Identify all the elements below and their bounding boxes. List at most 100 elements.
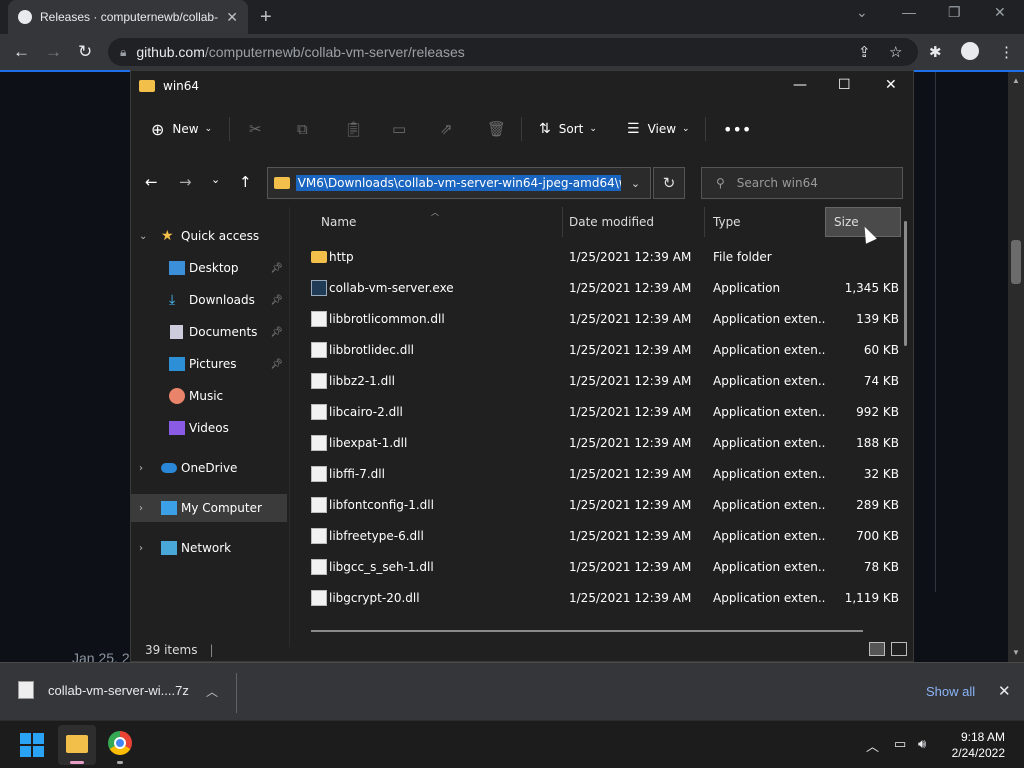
profile-icon[interactable] — [961, 42, 979, 60]
nav-pictures[interactable]: Pictures 📌︎ — [131, 350, 287, 378]
file-type: Application exten... — [713, 590, 825, 605]
column-date-modified[interactable]: Date modified — [561, 207, 705, 237]
taskbar: ︿ ▭ 🔊︎ 9:18 AM 2/24/2022 — [0, 720, 1024, 768]
download-item[interactable]: collab-vm-server-wi....7z — [18, 681, 189, 699]
scroll-up-icon[interactable]: ▲ — [1012, 76, 1020, 85]
menu-icon[interactable]: ⋮ — [999, 43, 1014, 61]
extensions-icon[interactable]: ✱ — [929, 43, 942, 61]
close-icon[interactable]: ✕ — [885, 77, 897, 93]
tiles-view-icon[interactable] — [891, 642, 907, 656]
chevron-up-icon[interactable]: ︿ — [206, 683, 218, 700]
cut-icon[interactable]: ✂ — [249, 120, 262, 138]
nav-quick-access[interactable]: ⌄ ★ Quick access — [131, 222, 287, 250]
share-icon[interactable]: ⇗ — [440, 120, 453, 138]
dll-icon — [311, 465, 327, 482]
dll-icon — [311, 310, 327, 327]
onedrive-icon — [161, 463, 177, 473]
browser-tab[interactable]: Releases · computernewb/collab- ✕ — [8, 0, 248, 34]
horizontal-scrollbar[interactable] — [311, 630, 863, 632]
forward-icon[interactable]: → — [179, 173, 192, 191]
pane-divider — [289, 207, 290, 647]
new-tab-button[interactable]: + — [260, 6, 272, 29]
videos-icon — [169, 421, 185, 435]
nav-my-computer[interactable]: › My Computer — [131, 494, 287, 522]
search-input[interactable]: ⚲ Search win64 — [701, 167, 903, 199]
view-button[interactable]: ☰ View ⌄ — [627, 121, 690, 137]
file-explorer-taskbar-icon[interactable] — [58, 725, 96, 765]
file-date: 1/25/2021 12:39 AM — [569, 590, 692, 605]
new-button[interactable]: ⊕ New ⌄ — [151, 120, 212, 139]
sort-button[interactable]: ⇅ Sort ⌄ — [539, 121, 597, 137]
volume-icon[interactable]: 🔊︎ — [918, 736, 926, 752]
rename-icon[interactable]: ▭ — [392, 120, 406, 138]
more-options-icon[interactable]: ••• — [723, 120, 751, 139]
nav-documents[interactable]: Documents 📌︎ — [131, 318, 287, 346]
network-icon[interactable]: ▭ — [894, 736, 906, 752]
minimize-icon[interactable]: — — [902, 4, 916, 20]
file-row[interactable]: http 1/25/2021 12:39 AM File folder — [291, 241, 913, 272]
separator — [236, 673, 237, 713]
file-row[interactable]: libffi-7.dll 1/25/2021 12:39 AM Applicatio… — [291, 458, 913, 489]
download-icon: ⤓ — [169, 292, 176, 308]
navigation-pane: ⌄ ★ Quick access Desktop 📌︎ ⤓ Downloads … — [131, 211, 289, 641]
nav-videos[interactable]: Videos — [131, 414, 287, 442]
nav-network[interactable]: › Network — [131, 534, 287, 562]
chrome-taskbar-icon[interactable] — [108, 731, 132, 755]
chevron-up-icon[interactable]: ︿ — [866, 736, 879, 755]
paste-icon[interactable]: 📋︎ — [344, 120, 363, 138]
close-icon[interactable]: ✕ — [998, 682, 1011, 700]
maximize-icon[interactable]: ☐ — [838, 77, 851, 93]
file-row[interactable]: libexpat-1.dll 1/25/2021 12:39 AM Applicat… — [291, 427, 913, 458]
page-scrollbar[interactable]: ▲ ▼ — [1008, 72, 1024, 662]
share-icon[interactable]: ⇪ — [858, 43, 871, 61]
close-icon[interactable]: ✕ — [994, 4, 1006, 21]
time: 9:18 AM — [960, 730, 1005, 744]
up-icon[interactable]: ↑ — [239, 173, 252, 191]
clock[interactable]: 9:18 AM 2/24/2022 — [940, 729, 1005, 761]
details-view-icon[interactable] — [869, 642, 885, 656]
recent-locations-icon[interactable]: ⌄ — [211, 173, 220, 186]
back-icon[interactable]: ← — [13, 42, 30, 62]
minimize-icon[interactable]: — — [793, 77, 807, 93]
file-list-scrollbar[interactable] — [904, 221, 907, 346]
page-scrollbar-thumb[interactable] — [1011, 240, 1021, 284]
folder-icon — [274, 177, 290, 189]
forward-icon[interactable]: → — [45, 42, 62, 62]
file-row[interactable]: collab-vm-server.exe 1/25/2021 12:39 AM Ap… — [291, 272, 913, 303]
address-dropdown-icon[interactable]: ⌄ — [621, 167, 651, 199]
copy-icon[interactable]: ⧉ — [297, 120, 308, 138]
tab-close-icon[interactable]: ✕ — [226, 9, 238, 26]
file-row[interactable]: libbrotlidec.dll 1/25/2021 12:39 AM Applic… — [291, 334, 913, 365]
start-icon[interactable] — [20, 733, 44, 757]
chevron-down-icon: ⌄ — [139, 230, 148, 242]
nav-desktop[interactable]: Desktop 📌︎ — [131, 254, 287, 282]
address-bar[interactable]: 🔒︎ github.com/computernewb/collab-vm-ser… — [108, 38, 918, 66]
file-row[interactable]: libbrotlicommon.dll 1/25/2021 12:39 AM App… — [291, 303, 913, 334]
file-row[interactable]: libbz2-1.dll 1/25/2021 12:39 AM Applicatio… — [291, 365, 913, 396]
show-all-link[interactable]: Show all — [926, 684, 975, 699]
nav-onedrive[interactable]: › OneDrive — [131, 454, 287, 482]
column-type[interactable]: Type — [705, 207, 825, 237]
file-size: 700 KB — [856, 528, 899, 543]
nav-music[interactable]: Music — [131, 382, 287, 410]
delete-icon[interactable]: 🗑︎ — [487, 120, 506, 138]
back-icon[interactable]: ← — [145, 173, 158, 191]
running-indicator — [117, 761, 123, 764]
file-row[interactable]: libgcrypt-20.dll 1/25/2021 12:39 AM Applic… — [291, 582, 913, 613]
file-size: 1,345 KB — [844, 280, 899, 295]
file-row[interactable]: libgcc_s_seh-1.dll 1/25/2021 12:39 AM Appl… — [291, 551, 913, 582]
bookmark-star-icon[interactable]: ☆ — [889, 43, 902, 61]
file-row[interactable]: libcairo-2.dll 1/25/2021 12:39 AM Applicat… — [291, 396, 913, 427]
nav-downloads[interactable]: ⤓ Downloads 📌︎ — [131, 286, 287, 314]
column-name[interactable]: Name — [313, 207, 563, 237]
file-date: 1/25/2021 12:39 AM — [569, 342, 692, 357]
file-row[interactable]: libfreetype-6.dll 1/25/2021 12:39 AM Appli… — [291, 520, 913, 551]
scroll-down-icon[interactable]: ▼ — [1012, 648, 1020, 657]
file-row[interactable]: libfontconfig-1.dll 1/25/2021 12:39 AM App… — [291, 489, 913, 520]
reload-icon[interactable]: ↻ — [78, 42, 92, 62]
dll-icon — [311, 341, 327, 358]
tab-search-icon[interactable]: ⌄ — [856, 4, 868, 21]
explorer-address-bar[interactable]: VM6\Downloads\collab-vm-server-win64-jpe… — [267, 167, 651, 199]
refresh-icon[interactable]: ↻ — [653, 167, 685, 199]
restore-icon[interactable]: ❐ — [948, 4, 961, 21]
